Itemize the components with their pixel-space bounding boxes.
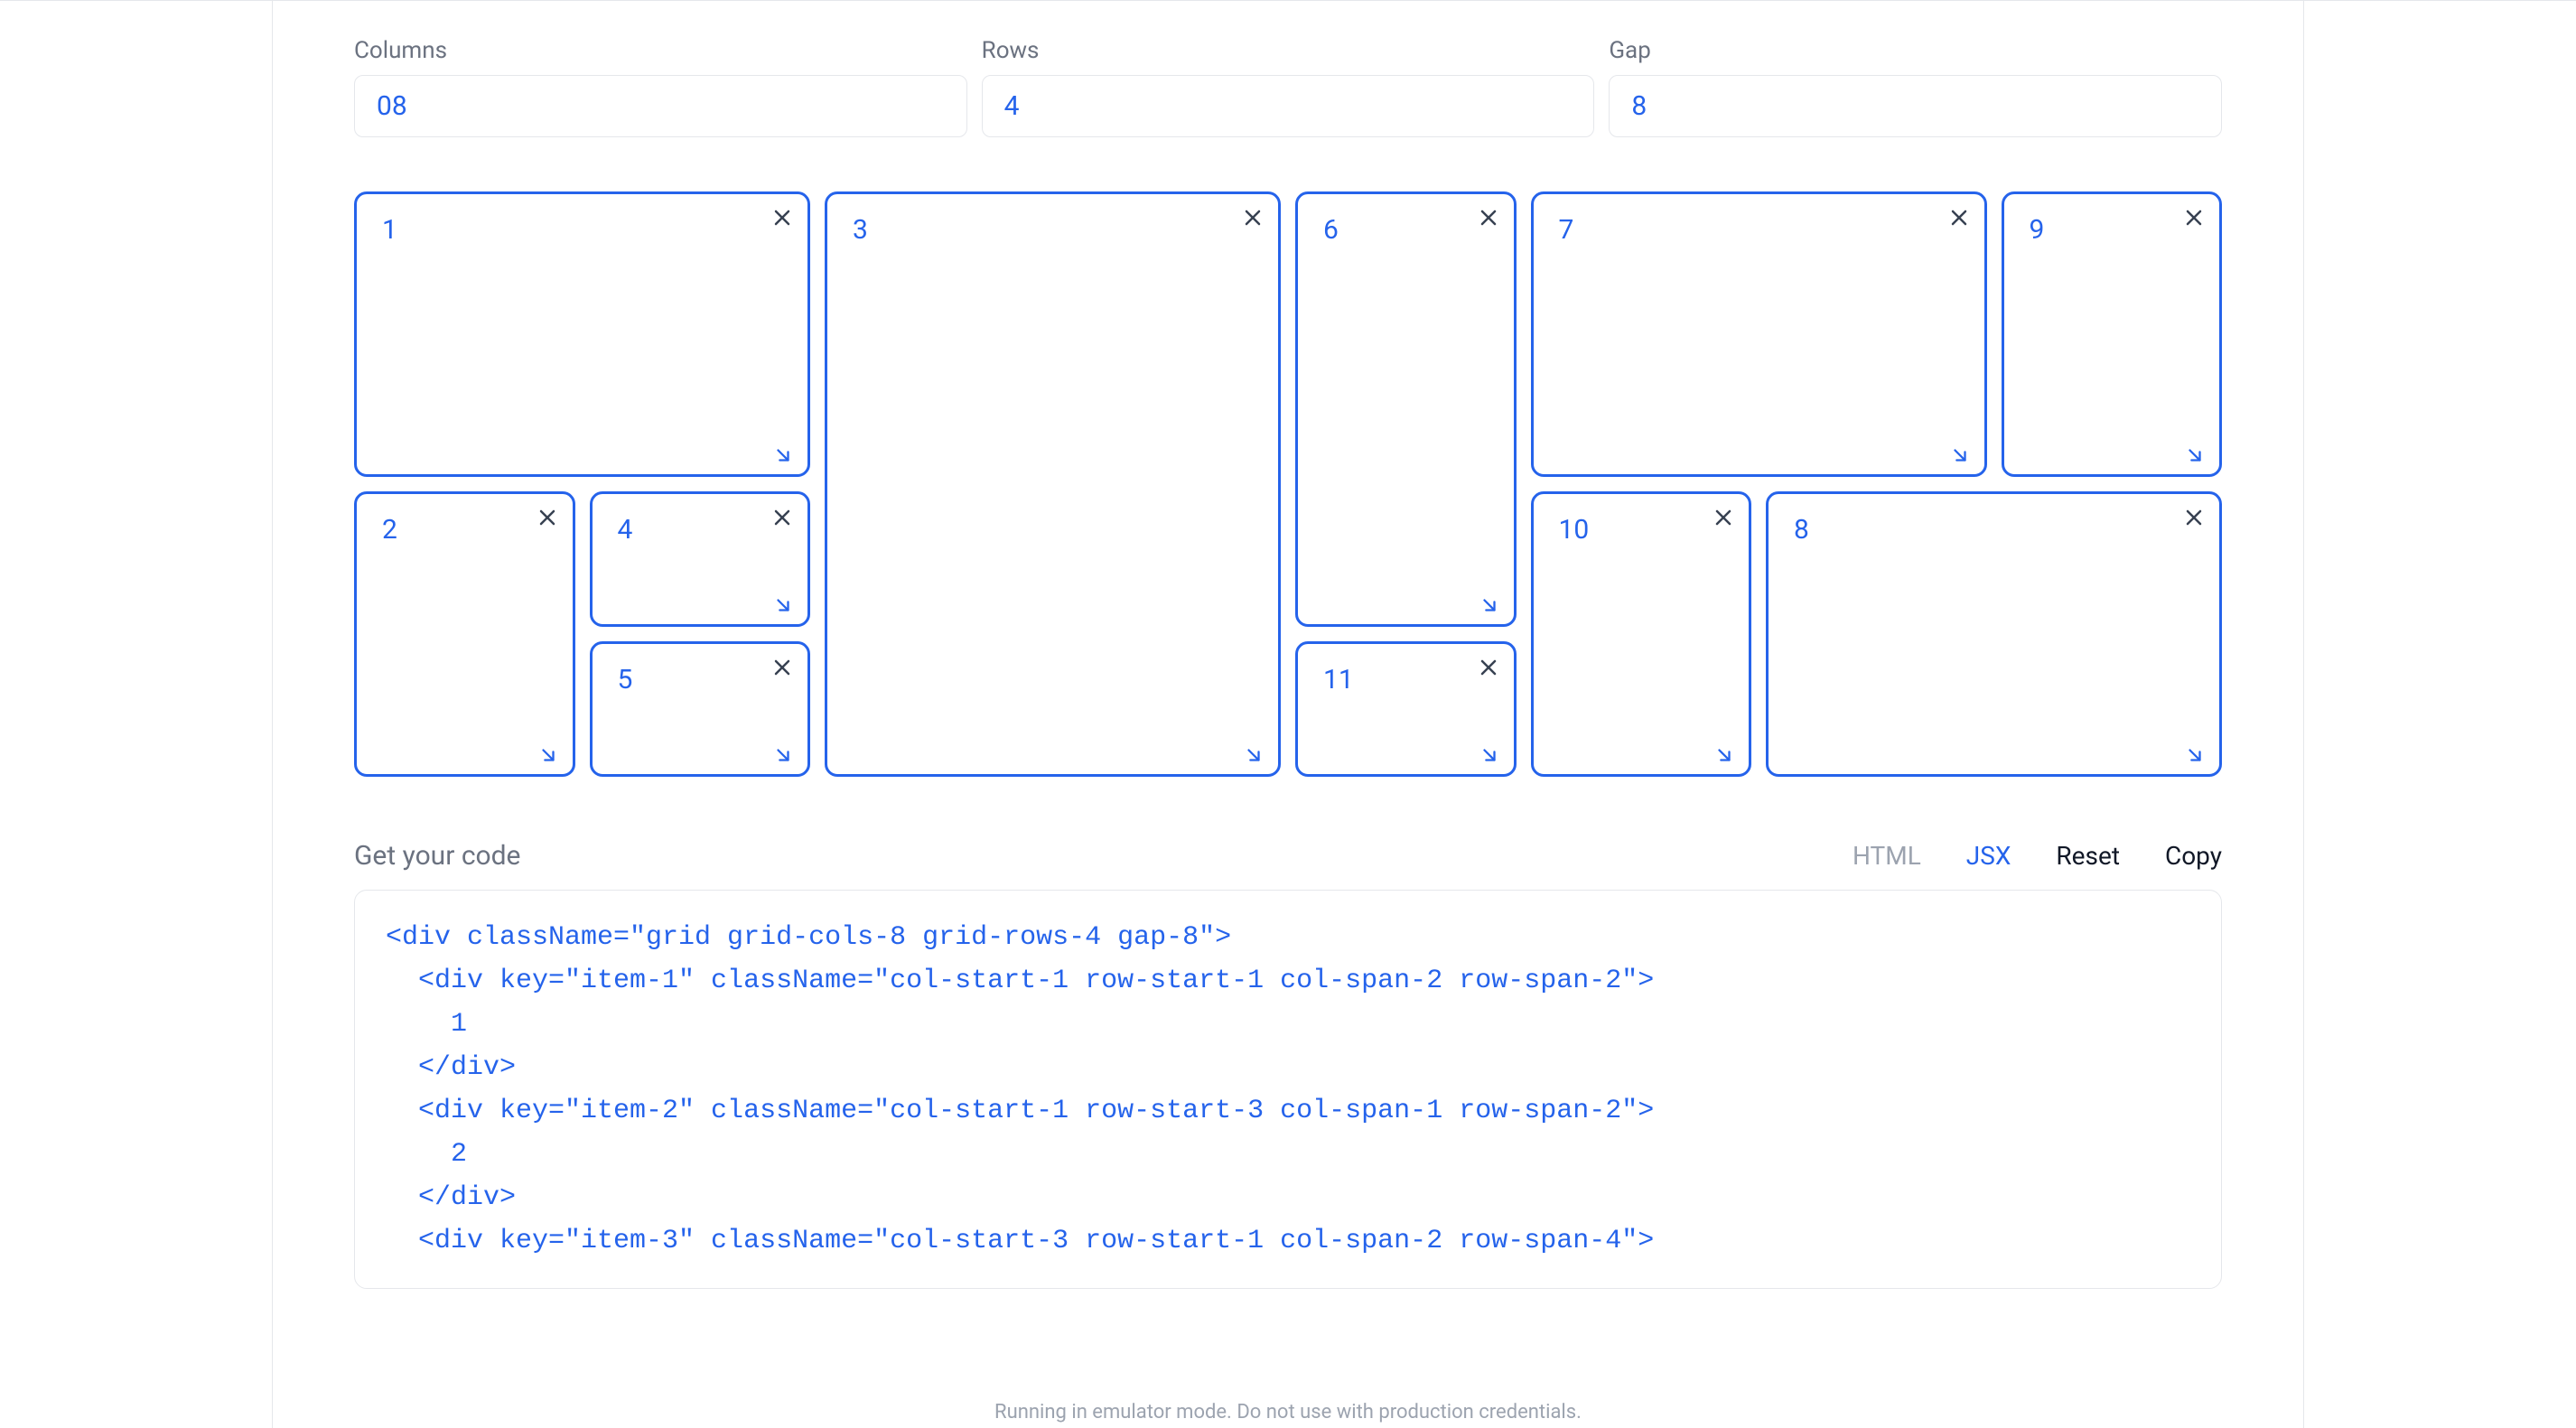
- inputs-row: Columns Rows Gap: [354, 37, 2222, 137]
- grid-item[interactable]: 10: [1531, 491, 1752, 777]
- copy-button[interactable]: Copy: [2165, 841, 2222, 871]
- grid-item[interactable]: 6: [1295, 191, 1517, 627]
- resize-handle-icon[interactable]: [1950, 445, 1970, 465]
- rows-group: Rows: [982, 37, 1595, 137]
- close-icon[interactable]: [1478, 207, 1499, 229]
- resize-handle-icon[interactable]: [773, 745, 793, 765]
- reset-button[interactable]: Reset: [2056, 841, 2120, 871]
- grid-item-number: 3: [853, 214, 868, 246]
- close-icon[interactable]: [2183, 207, 2205, 229]
- grid-builder[interactable]: 1 2 3 4 5 6 7 8 9 10 11: [354, 191, 2222, 777]
- code-title: Get your code: [354, 840, 520, 872]
- grid-item-number: 9: [2030, 214, 2045, 246]
- columns-label: Columns: [354, 37, 967, 64]
- close-icon[interactable]: [2183, 507, 2205, 528]
- grid-item-number: 8: [1794, 514, 1809, 546]
- grid-item[interactable]: 7: [1531, 191, 1987, 477]
- resize-handle-icon[interactable]: [773, 595, 793, 615]
- grid-item[interactable]: 2: [354, 491, 575, 777]
- grid-item[interactable]: 4: [590, 491, 811, 627]
- gap-group: Gap: [1609, 37, 2222, 137]
- columns-input[interactable]: [354, 75, 967, 137]
- resize-handle-icon[interactable]: [538, 745, 558, 765]
- close-icon[interactable]: [771, 507, 793, 528]
- tab-jsx[interactable]: JSX: [1966, 841, 2011, 871]
- grid-item-number: 11: [1323, 664, 1354, 695]
- page-frame: Columns Rows Gap 1 2 3 4 5 6 7 8 9 10 11 Get your …: [272, 1, 2304, 1428]
- grid-item-number: 5: [618, 664, 633, 695]
- close-icon[interactable]: [771, 207, 793, 229]
- gap-input[interactable]: [1609, 75, 2222, 137]
- close-icon[interactable]: [1713, 507, 1734, 528]
- close-icon[interactable]: [1478, 657, 1499, 678]
- grid-item[interactable]: 5: [590, 641, 811, 777]
- grid-item-number: 10: [1559, 514, 1590, 546]
- close-icon[interactable]: [771, 657, 793, 678]
- close-icon[interactable]: [1948, 207, 1970, 229]
- grid-item-number: 1: [382, 214, 397, 246]
- resize-handle-icon[interactable]: [773, 445, 793, 465]
- grid-item[interactable]: 11: [1295, 641, 1517, 777]
- close-icon[interactable]: [537, 507, 558, 528]
- rows-label: Rows: [982, 37, 1595, 64]
- resize-handle-icon[interactable]: [1479, 595, 1499, 615]
- close-icon[interactable]: [1242, 207, 1264, 229]
- resize-handle-icon[interactable]: [1479, 745, 1499, 765]
- code-actions: HTML JSX Reset Copy: [1853, 841, 2222, 871]
- grid-item-number: 6: [1323, 214, 1339, 246]
- content: Columns Rows Gap 1 2 3 4 5 6 7 8 9 10 11 Get your …: [273, 1, 2303, 1289]
- code-header: Get your code HTML JSX Reset Copy: [354, 840, 2222, 872]
- columns-group: Columns: [354, 37, 967, 137]
- resize-handle-icon[interactable]: [1244, 745, 1264, 765]
- resize-handle-icon[interactable]: [2185, 445, 2205, 465]
- resize-handle-icon[interactable]: [1714, 745, 1734, 765]
- gap-label: Gap: [1609, 37, 2222, 64]
- grid-item[interactable]: 1: [354, 191, 810, 477]
- rows-input[interactable]: [982, 75, 1595, 137]
- code-output[interactable]: <div className="grid grid-cols-8 grid-ro…: [354, 890, 2222, 1289]
- grid-item-number: 2: [382, 514, 397, 546]
- grid-item[interactable]: 8: [1766, 491, 2222, 777]
- grid-item[interactable]: 9: [2002, 191, 2223, 477]
- tab-html[interactable]: HTML: [1853, 841, 1921, 871]
- grid-item-number: 4: [618, 514, 633, 546]
- grid-item[interactable]: 3: [825, 191, 1281, 777]
- grid-item-number: 7: [1559, 214, 1574, 246]
- resize-handle-icon[interactable]: [2185, 745, 2205, 765]
